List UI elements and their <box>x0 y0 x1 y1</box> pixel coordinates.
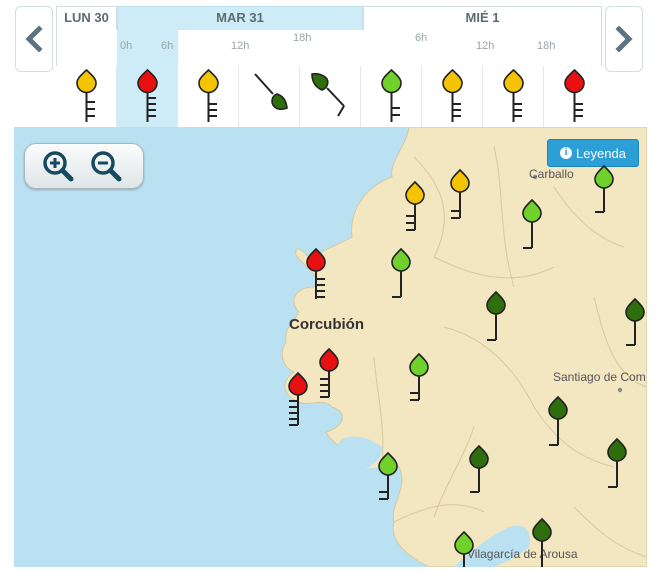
hour-label: 6h <box>415 32 428 44</box>
legend-button[interactable]: i Leyenda <box>547 139 639 167</box>
station-marker[interactable] <box>301 247 331 309</box>
wind-barb-icon <box>137 68 158 122</box>
hour-scale: 0h 6h 12h 18h 6h 12h 18h <box>56 30 602 66</box>
forecast-slot[interactable] <box>422 66 483 127</box>
station-marker[interactable] <box>589 164 619 226</box>
station-marker[interactable] <box>314 347 344 409</box>
place-label-santiago: Santiago de Com <box>553 370 646 384</box>
station-marker[interactable] <box>464 444 494 506</box>
station-marker[interactable] <box>620 297 647 359</box>
map-view[interactable]: i Leyenda Carballo Corcubión Santiago de… <box>14 127 647 567</box>
day-tab-lun-30[interactable]: LUN 30 <box>56 6 117 30</box>
place-label-corcubion: Corcubión <box>289 316 364 333</box>
station-marker[interactable] <box>449 530 479 567</box>
legend-label: Leyenda <box>576 145 626 161</box>
forecast-slot-selected[interactable] <box>117 66 178 127</box>
wind-barb-icon <box>198 68 219 122</box>
zoom-in-button[interactable] <box>41 149 75 183</box>
wind-barb-icon <box>76 68 97 122</box>
next-button[interactable] <box>605 6 643 72</box>
station-marker[interactable] <box>543 395 573 457</box>
hour-label: 12h <box>231 40 250 52</box>
hour-label: 0h <box>120 40 133 52</box>
station-marker[interactable] <box>283 371 313 433</box>
station-marker[interactable] <box>517 198 547 260</box>
forecast-slot[interactable] <box>361 66 422 127</box>
station-marker[interactable] <box>373 451 403 513</box>
info-icon: i <box>560 147 573 159</box>
hour-label: 18h <box>537 40 556 52</box>
wind-barb-icon <box>311 72 345 117</box>
station-marker[interactable] <box>386 247 416 309</box>
day-tab-mie-1[interactable]: MIÉ 1 <box>363 6 602 30</box>
day-label: MAR 31 <box>216 10 264 25</box>
hour-label: 12h <box>476 40 495 52</box>
chevron-right-icon <box>615 26 633 52</box>
station-marker[interactable] <box>481 290 511 352</box>
day-bar: LUN 30 MAR 31 MIÉ 1 0h 6h 12h 18h 6h 12h… <box>56 6 602 127</box>
wind-barb-icon <box>564 68 585 122</box>
zoom-controls <box>24 143 144 189</box>
wind-barb-icon <box>503 68 524 122</box>
forecast-slot[interactable] <box>544 66 605 127</box>
station-marker[interactable] <box>445 168 475 230</box>
place-label-vilagarcia: Vilagarcía de Arousa <box>467 547 578 561</box>
hour-label: 18h <box>293 32 312 44</box>
wind-barb-icon <box>442 68 463 122</box>
previous-button[interactable] <box>15 6 53 72</box>
hour-label: 6h <box>161 40 174 52</box>
zoom-out-button[interactable] <box>89 149 123 183</box>
forecast-slot[interactable] <box>178 66 239 127</box>
zoom-in-icon <box>43 151 74 182</box>
station-marker[interactable] <box>400 180 430 242</box>
day-tab-mar-31[interactable]: MAR 31 <box>117 6 363 30</box>
chevron-left-icon <box>25 26 43 52</box>
forecast-slot[interactable] <box>239 66 300 127</box>
forecast-timeline: LUN 30 MAR 31 MIÉ 1 0h 6h 12h 18h 6h 12h… <box>0 0 661 127</box>
forecast-slots <box>56 66 602 127</box>
forecast-slot[interactable] <box>300 66 361 127</box>
zoom-out-icon <box>91 151 122 182</box>
station-marker[interactable] <box>602 437 632 499</box>
day-label: MIÉ 1 <box>465 10 500 25</box>
day-label: LUN 30 <box>64 10 109 25</box>
place-label-carballo: Carballo <box>529 167 574 181</box>
wind-barb-icon <box>381 68 402 122</box>
forecast-slot[interactable] <box>483 66 544 127</box>
station-marker[interactable] <box>404 352 434 414</box>
wind-barb-icon <box>254 73 288 111</box>
station-marker[interactable] <box>527 517 557 567</box>
forecast-slot[interactable] <box>56 66 117 127</box>
